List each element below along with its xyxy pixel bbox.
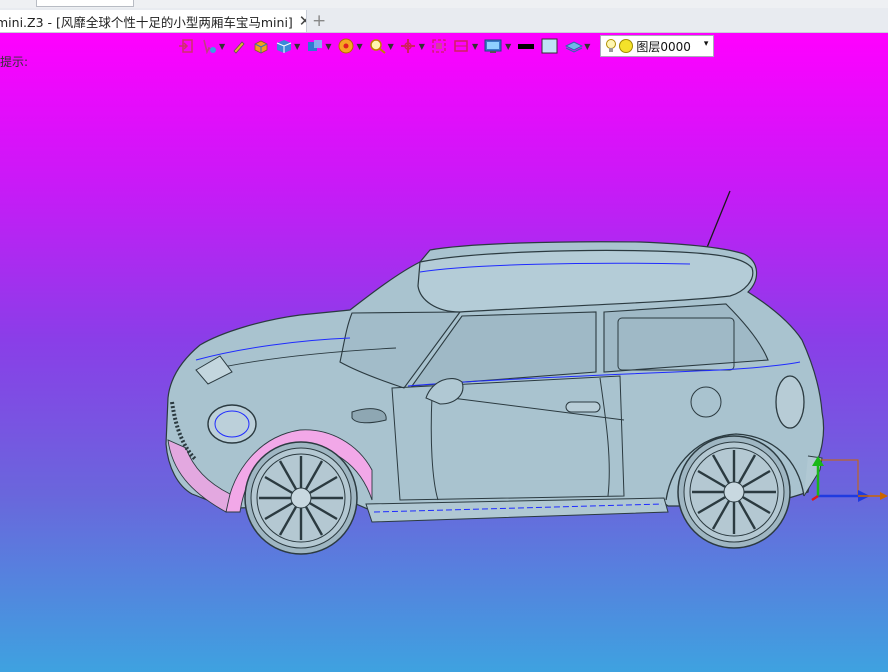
axis-gizmo[interactable] bbox=[811, 456, 888, 502]
close-icon[interactable]: ✕ bbox=[299, 13, 306, 29]
antenna bbox=[705, 190, 731, 251]
side-badge bbox=[351, 408, 387, 424]
title-bar bbox=[0, 0, 888, 8]
3d-viewport[interactable]: 提示: ▼ ▼ ▼ ▼ ▼ ▼ ▼ ▼ ▼ 图层0000 ▾ bbox=[0, 33, 888, 672]
front-wheel bbox=[244, 441, 358, 555]
rear-wheel bbox=[677, 435, 791, 549]
car-model[interactable] bbox=[0, 33, 888, 672]
door-handle bbox=[565, 401, 601, 413]
tail-light bbox=[775, 375, 805, 429]
tab-title: mini.Z3 - [风靡全球个性十足的小型两厢车宝马mini] bbox=[0, 14, 293, 30]
document-tab-bar: mini.Z3 - [风靡全球个性十足的小型两厢车宝马mini] ✕ + bbox=[0, 8, 888, 33]
title-field bbox=[36, 0, 134, 7]
new-tab-button[interactable]: + bbox=[312, 11, 326, 31]
tab-mini-z3[interactable]: mini.Z3 - [风靡全球个性十足的小型两厢车宝马mini] ✕ bbox=[0, 10, 307, 32]
